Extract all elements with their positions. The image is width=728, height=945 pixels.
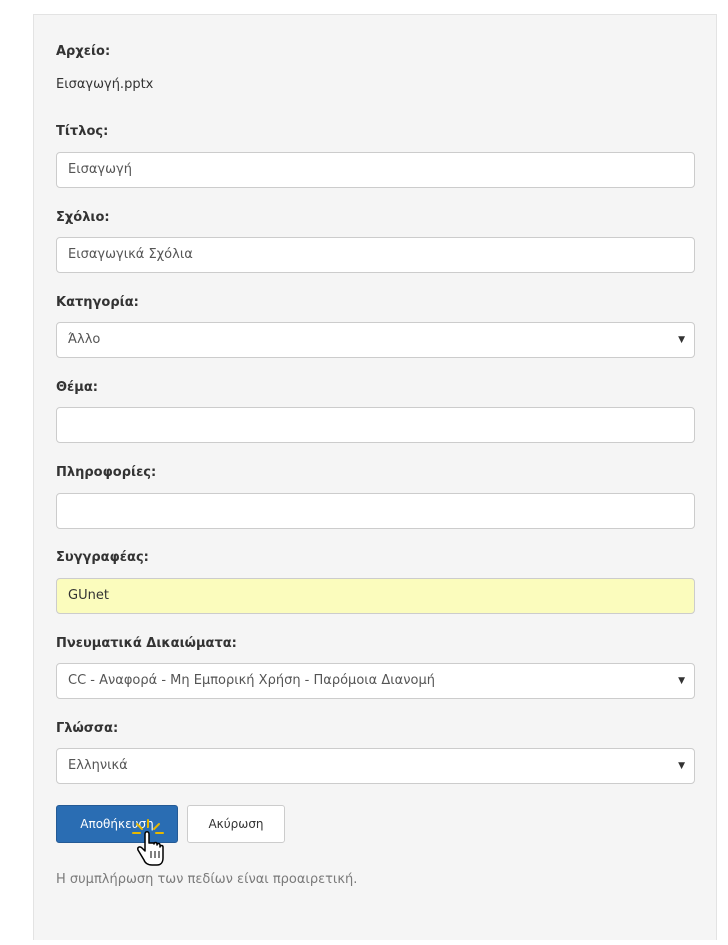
chevron-down-icon: ▼ bbox=[678, 335, 685, 345]
cancel-button[interactable]: Ακύρωση bbox=[187, 805, 285, 843]
language-select[interactable]: Ελληνικά ▼ bbox=[56, 748, 695, 784]
comment-input[interactable]: Εισαγωγικά Σχόλια bbox=[56, 237, 695, 273]
file-label: Αρχείο: bbox=[56, 44, 111, 59]
title-input[interactable]: Εισαγωγή bbox=[56, 152, 695, 188]
hand-pointer-icon bbox=[132, 819, 164, 866]
file-name: Εισαγωγή.pptx bbox=[56, 77, 154, 92]
language-selected-value: Ελληνικά bbox=[68, 758, 128, 773]
comment-label: Σχόλιο: bbox=[56, 210, 110, 225]
metadata-form-panel: Αρχείο: Εισαγωγή.pptx Τίτλος: Εισαγωγή Σ… bbox=[33, 14, 717, 940]
author-label: Συγγραφέας: bbox=[56, 550, 149, 565]
subject-input[interactable] bbox=[56, 407, 695, 443]
copyright-selected-value: CC - Αναφορά - Μη Εμπορική Χρήση - Παρόμ… bbox=[68, 673, 435, 688]
language-label: Γλώσσα: bbox=[56, 721, 119, 736]
subject-label: Θέμα: bbox=[56, 380, 98, 395]
copyright-select[interactable]: CC - Αναφορά - Μη Εμπορική Χρήση - Παρόμ… bbox=[56, 663, 695, 699]
category-select[interactable]: Άλλο ▼ bbox=[56, 322, 695, 358]
chevron-down-icon: ▼ bbox=[678, 676, 685, 686]
category-selected-value: Άλλο bbox=[68, 332, 101, 347]
optional-fields-hint: Η συμπλήρωση των πεδίων είναι προαιρετικ… bbox=[56, 872, 358, 887]
title-label: Τίτλος: bbox=[56, 124, 109, 139]
category-label: Κατηγορία: bbox=[56, 295, 139, 310]
copyright-label: Πνευματικά Δικαιώματα: bbox=[56, 636, 237, 651]
info-label: Πληροφορίες: bbox=[56, 465, 157, 480]
chevron-down-icon: ▼ bbox=[678, 761, 685, 771]
info-input[interactable] bbox=[56, 493, 695, 529]
author-input[interactable]: GUnet bbox=[56, 578, 695, 614]
